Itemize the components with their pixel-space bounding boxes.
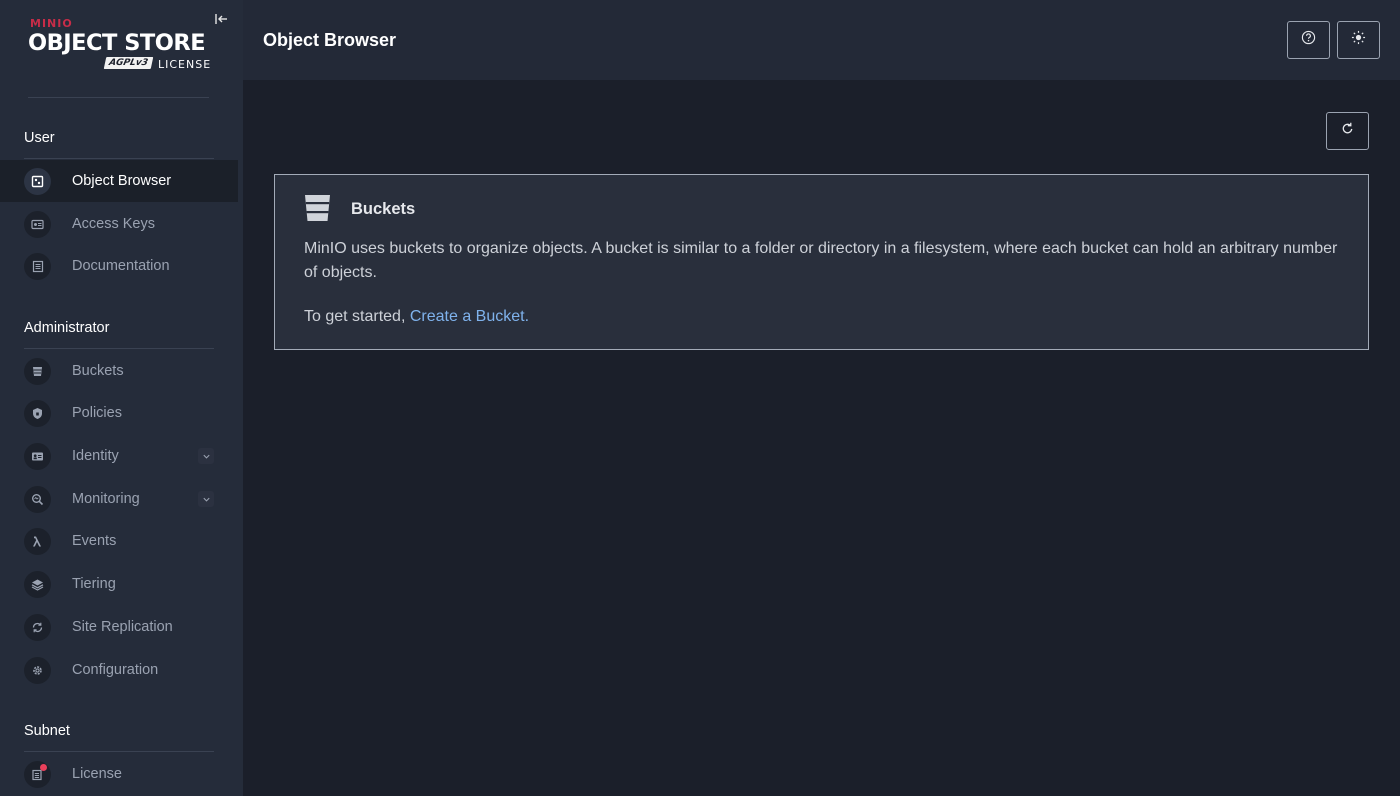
sidebar-item-events[interactable]: Events (0, 520, 238, 562)
sidebar-item-label: Events (72, 533, 117, 549)
sidebar-item-object-browser[interactable]: Object Browser (0, 160, 238, 202)
sidebar-item-buckets[interactable]: Buckets (0, 350, 238, 392)
card-get-started: To get started, Create a Bucket. (304, 308, 529, 326)
sun-icon (1351, 30, 1366, 50)
section-divider (24, 348, 214, 349)
create-bucket-link[interactable]: Create a Bucket. (410, 308, 529, 325)
get-started-text: To get started, (304, 308, 410, 325)
monitoring-icon (24, 485, 51, 513)
sidebar-item-label: Identity (72, 448, 119, 464)
logo-license: LICENSE (158, 58, 212, 71)
help-button[interactable] (1287, 21, 1330, 59)
sidebar-item-label: Object Browser (72, 173, 172, 189)
identity-icon (24, 442, 51, 470)
sidebar-item-label: Documentation (72, 258, 170, 274)
sidebar-item-license[interactable]: License (0, 753, 238, 795)
section-administrator: Administrator (24, 320, 110, 336)
sidebar-item-configuration[interactable]: Configuration (0, 649, 238, 691)
sidebar-item-documentation[interactable]: Documentation (0, 245, 238, 287)
sidebar-item-label: Policies (72, 405, 122, 421)
sidebar: MINIO OBJECT STORE AGPLv3 LICENSE User O… (0, 0, 243, 796)
sidebar-item-label: Monitoring (72, 491, 140, 507)
theme-toggle-button[interactable] (1337, 21, 1380, 59)
sidebar-item-access-keys[interactable]: Access Keys (0, 203, 238, 245)
logo-product: OBJECT STORE (28, 30, 206, 56)
sidebar-item-label: License (72, 766, 122, 782)
sidebar-item-label: Configuration (72, 662, 159, 678)
bucket-icon (304, 194, 331, 222)
logo-divider (28, 97, 209, 98)
sidebar-item-identity[interactable]: Identity (0, 435, 238, 477)
refresh-button[interactable] (1326, 112, 1369, 150)
documentation-icon (24, 252, 51, 280)
card-description: MinIO uses buckets to organize objects. … (304, 240, 1338, 281)
sidebar-item-site-replication[interactable]: Site Replication (0, 606, 238, 648)
license-icon (24, 760, 51, 788)
buckets-info-card: Buckets MinIO uses buckets to organize o… (274, 174, 1369, 350)
section-divider (24, 751, 214, 752)
refresh-icon (1340, 121, 1355, 141)
section-user: User (24, 130, 55, 146)
help-icon (1301, 30, 1316, 50)
section-divider (24, 158, 214, 159)
sidebar-item-tiering[interactable]: Tiering (0, 563, 238, 605)
collapse-sidebar-icon[interactable] (212, 10, 230, 28)
notification-dot (40, 763, 47, 771)
chevron-down-icon[interactable] (198, 491, 214, 507)
minio-logo: MINIO OBJECT STORE AGPLv3 LICENSE (28, 14, 213, 78)
logo-agpl: AGPLv3 (103, 57, 154, 69)
object-browser-icon (24, 167, 51, 195)
layers-icon (24, 570, 51, 598)
main-content: Object Browser Buckets MinIO uses bucket… (243, 0, 1400, 796)
bucket-icon (24, 357, 51, 385)
top-bar: Object Browser (243, 0, 1400, 80)
page-title: Object Browser (263, 30, 397, 50)
replication-icon (24, 613, 51, 641)
shield-icon (24, 399, 51, 427)
sidebar-item-label: Access Keys (72, 216, 155, 232)
logo-brand: MINIO (30, 17, 73, 30)
sidebar-item-label: Site Replication (72, 619, 173, 635)
section-subnet: Subnet (24, 723, 70, 739)
chevron-down-icon[interactable] (198, 448, 214, 464)
lambda-icon (24, 527, 51, 555)
card-title: Buckets (351, 200, 416, 218)
sidebar-item-label: Tiering (72, 576, 116, 592)
sidebar-item-monitoring[interactable]: Monitoring (0, 478, 238, 520)
sidebar-item-label: Buckets (72, 363, 124, 379)
gear-icon (24, 656, 51, 684)
sidebar-item-policies[interactable]: Policies (0, 392, 238, 434)
access-keys-icon (24, 210, 51, 238)
